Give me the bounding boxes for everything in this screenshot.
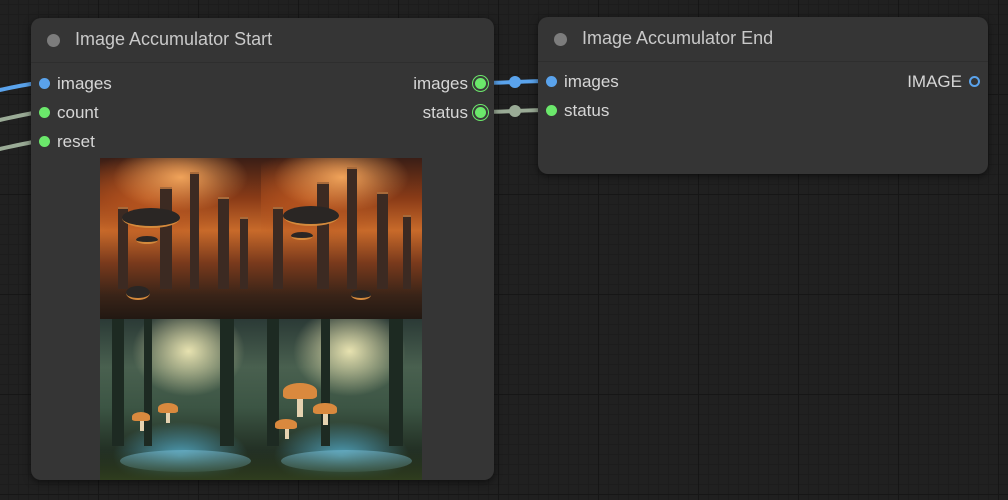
preview-image-forest-2[interactable] bbox=[261, 319, 422, 480]
output-port-status[interactable] bbox=[475, 107, 486, 118]
tree-trunk-shape bbox=[389, 319, 403, 446]
tower-shape bbox=[377, 192, 388, 289]
input-label-images: images bbox=[57, 74, 112, 93]
tower-shape bbox=[347, 167, 357, 289]
node-header[interactable]: Image Accumulator End bbox=[538, 17, 988, 62]
mushroom-cap-shape bbox=[313, 403, 337, 414]
moss-shape bbox=[100, 450, 261, 480]
tower-shape bbox=[240, 217, 248, 289]
airship-shape bbox=[122, 208, 180, 228]
airship-shape bbox=[126, 286, 150, 300]
tower-shape bbox=[403, 215, 411, 289]
input-slot-reset[interactable]: reset bbox=[31, 132, 231, 152]
tower-shape bbox=[160, 187, 172, 289]
output-label-image: IMAGE bbox=[907, 72, 962, 91]
airship-shape bbox=[283, 206, 339, 226]
output-slot-image[interactable]: IMAGE bbox=[788, 72, 988, 92]
input-port-images[interactable] bbox=[546, 76, 557, 87]
input-label-count: count bbox=[57, 103, 99, 122]
collapse-toggle-dot[interactable] bbox=[554, 33, 567, 46]
tree-trunk-shape bbox=[112, 319, 124, 446]
mushroom-cap-shape bbox=[132, 412, 150, 421]
image-preview-grid[interactable] bbox=[100, 158, 422, 480]
tree-trunk-shape bbox=[220, 319, 234, 446]
output-label-images: images bbox=[413, 74, 468, 93]
mushroom-cap-shape bbox=[283, 383, 317, 399]
input-label-reset: reset bbox=[57, 132, 95, 151]
input-slot-count[interactable]: count bbox=[31, 103, 231, 123]
node-title: Image Accumulator Start bbox=[75, 29, 273, 49]
output-port-image[interactable] bbox=[969, 76, 980, 87]
output-port-images[interactable] bbox=[475, 78, 486, 89]
input-port-status[interactable] bbox=[546, 105, 557, 116]
output-label-status: status bbox=[422, 103, 468, 122]
input-port-reset[interactable] bbox=[39, 136, 50, 147]
airship-shape bbox=[136, 236, 158, 244]
input-slot-images[interactable]: images bbox=[31, 74, 231, 94]
node-image-accumulator-start[interactable]: Image Accumulator Start images count res… bbox=[31, 18, 494, 480]
input-label-status: status bbox=[564, 101, 610, 120]
tower-shape bbox=[190, 172, 199, 289]
output-slot-status[interactable]: status bbox=[294, 103, 494, 123]
moss-shape bbox=[261, 450, 422, 480]
mushroom-stem-shape bbox=[297, 397, 303, 417]
tower-shape bbox=[317, 182, 329, 289]
input-slot-status[interactable]: status bbox=[538, 101, 738, 121]
graph-canvas[interactable]: Image Accumulator Start images count res… bbox=[0, 0, 1008, 500]
tree-trunk-shape bbox=[144, 319, 152, 446]
preview-image-city-1[interactable] bbox=[100, 158, 261, 319]
preview-image-city-2[interactable] bbox=[261, 158, 422, 319]
tower-shape bbox=[273, 207, 283, 289]
preview-image-forest-1[interactable] bbox=[100, 319, 261, 480]
wire-images-link-midpoint[interactable] bbox=[509, 76, 521, 88]
output-slot-images[interactable]: images bbox=[294, 74, 494, 94]
airship-shape bbox=[291, 232, 313, 240]
wire-status-link-midpoint[interactable] bbox=[509, 105, 521, 117]
node-image-accumulator-end[interactable]: Image Accumulator End images status IMAG… bbox=[538, 17, 988, 174]
tower-shape bbox=[218, 197, 229, 289]
node-header[interactable]: Image Accumulator Start bbox=[31, 18, 494, 63]
airship-shape bbox=[351, 290, 371, 300]
node-title: Image Accumulator End bbox=[582, 28, 774, 48]
mushroom-cap-shape bbox=[158, 403, 178, 413]
mushroom-cap-shape bbox=[275, 419, 297, 429]
collapse-toggle-dot[interactable] bbox=[47, 34, 60, 47]
tree-trunk-shape bbox=[321, 319, 330, 446]
input-slot-images[interactable]: images bbox=[538, 72, 738, 92]
input-port-images[interactable] bbox=[39, 78, 50, 89]
input-label-images: images bbox=[564, 72, 619, 91]
input-port-count[interactable] bbox=[39, 107, 50, 118]
